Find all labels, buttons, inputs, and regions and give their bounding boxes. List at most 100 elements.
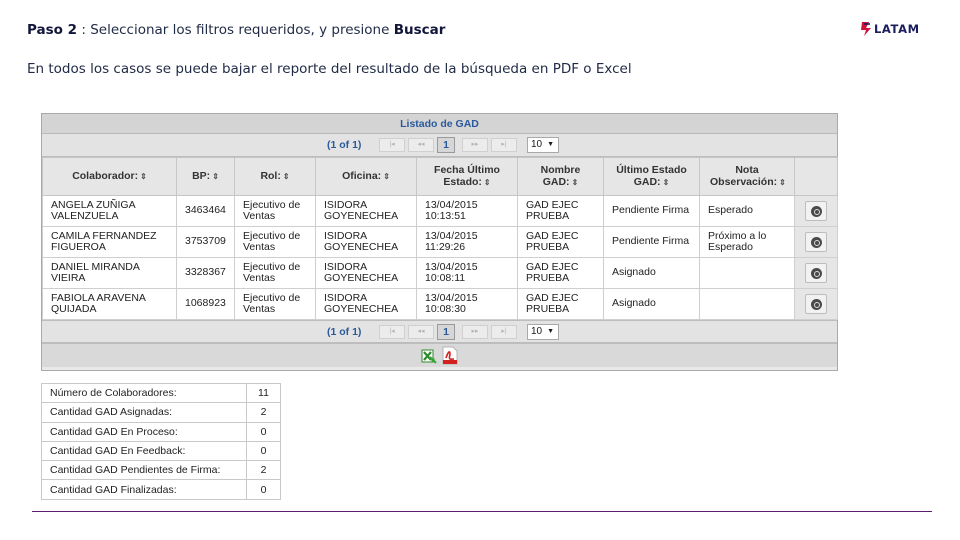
- cell-actions: [794, 257, 838, 289]
- column-header-rol[interactable]: Rol: ⇕: [234, 157, 316, 196]
- step-separator: :: [77, 22, 91, 38]
- first-page-button[interactable]: |◂: [379, 325, 405, 339]
- cell-bp: 3328367: [176, 257, 235, 289]
- step-instruction: Paso 2 : Seleccionar los filtros requeri…: [27, 22, 445, 38]
- summary-row: Cantidad GAD En Proceso: 0: [41, 421, 281, 442]
- chevron-down-icon: ▼: [547, 141, 554, 148]
- summary-value: 2: [246, 402, 281, 423]
- summary-row: Cantidad GAD En Feedback: 0: [41, 440, 281, 462]
- cell-estado: Pendiente Firma: [603, 226, 700, 258]
- summary-label: Número de Colaboradores:: [41, 382, 247, 404]
- column-header-bp[interactable]: BP: ⇕: [176, 157, 235, 196]
- summary-row: Cantidad GAD Finalizadas: 0: [41, 479, 281, 500]
- cell-nombre-gad: GAD EJEC PRUEBA: [517, 288, 604, 320]
- view-button[interactable]: [805, 232, 827, 252]
- cell-bp: 3463464: [176, 195, 235, 227]
- subtitle: En todos los casos se puede bajar el rep…: [27, 61, 632, 77]
- sort-icon[interactable]: ⇕: [212, 172, 219, 181]
- cell-estado: Asignado: [603, 257, 700, 289]
- table-header-row: Colaborador: ⇕ BP: ⇕ Rol: ⇕ Oficina: ⇕ Fecha…: [42, 157, 838, 196]
- summary-value: 0: [246, 440, 281, 462]
- cell-actions: [794, 195, 838, 227]
- column-header-nota[interactable]: Nota Observación: ⇕: [699, 157, 795, 196]
- gad-table: Colaborador: ⇕ BP: ⇕ Rol: ⇕ Oficina: ⇕ Fecha…: [42, 157, 838, 320]
- cell-nota: Próximo a lo Esperado: [699, 226, 795, 258]
- cell-fecha: 13/04/2015 11:29:26: [416, 226, 518, 258]
- current-page-button[interactable]: 1: [437, 137, 455, 153]
- table-row: CAMILA FERNANDEZ FIGUEROA 3753709 Ejecut…: [42, 226, 838, 258]
- cell-fecha: 13/04/2015 10:08:11: [416, 257, 518, 289]
- step-action: Buscar: [393, 22, 446, 38]
- excel-export-icon[interactable]: [421, 348, 437, 364]
- cell-actions: [794, 288, 838, 320]
- column-header-ultimo-estado[interactable]: Último Estado GAD: ⇕: [603, 157, 700, 196]
- sort-icon[interactable]: ⇕: [484, 178, 491, 187]
- pdf-export-icon[interactable]: [442, 346, 458, 365]
- rows-per-page-select[interactable]: 10 ▼: [527, 137, 559, 153]
- cell-colaborador: FABIOLA ARAVENA QUIJADA: [42, 288, 177, 320]
- sort-icon[interactable]: ⇕: [383, 172, 390, 181]
- summary-value: 0: [246, 421, 281, 442]
- column-header-actions: [794, 157, 838, 196]
- step-label: Paso 2: [27, 22, 78, 38]
- summary-row: Cantidad GAD Asignadas: 2: [41, 402, 281, 423]
- cell-fecha: 13/04/2015 10:08:30: [416, 288, 518, 320]
- cell-colaborador: CAMILA FERNANDEZ FIGUEROA: [42, 226, 177, 258]
- sort-icon[interactable]: ⇕: [779, 178, 786, 187]
- sort-icon[interactable]: ⇕: [140, 172, 147, 181]
- grid-title: Listado de GAD: [42, 114, 837, 134]
- current-page-button[interactable]: 1: [437, 324, 455, 340]
- cell-nota: Esperado: [699, 195, 795, 227]
- page-info: (1 of 1): [327, 139, 362, 151]
- latam-logo-text: LATAM: [874, 22, 920, 36]
- view-button[interactable]: [805, 263, 827, 283]
- cell-oficina: ISIDORA GOYENECHEA: [315, 257, 417, 289]
- summary-label: Cantidad GAD Finalizadas:: [41, 479, 247, 500]
- column-header-fecha[interactable]: Fecha Último Estado: ⇕: [416, 157, 518, 196]
- first-page-button[interactable]: |◂: [379, 138, 405, 152]
- gad-list-grid: Listado de GAD (1 of 1) |◂ ◂◂ 1 ▸▸ ▸| 10…: [41, 113, 838, 371]
- prev-page-button[interactable]: ◂◂: [408, 138, 434, 152]
- next-page-button[interactable]: ▸▸: [462, 138, 488, 152]
- cell-oficina: ISIDORA GOYENECHEA: [315, 226, 417, 258]
- top-pager: (1 of 1) |◂ ◂◂ 1 ▸▸ ▸| 10 ▼: [42, 134, 837, 157]
- summary-label: Cantidad GAD Asignadas:: [41, 402, 247, 423]
- sort-icon[interactable]: ⇕: [572, 178, 579, 187]
- chevron-down-icon: ▼: [547, 328, 554, 335]
- next-page-button[interactable]: ▸▸: [462, 325, 488, 339]
- cell-rol: Ejecutivo de Ventas: [234, 257, 316, 289]
- rows-per-page-select[interactable]: 10 ▼: [527, 324, 559, 340]
- cell-oficina: ISIDORA GOYENECHEA: [315, 288, 417, 320]
- cell-colaborador: DANIEL MIRANDA VIEIRA: [42, 257, 177, 289]
- latam-logo: LATAM: [861, 22, 920, 36]
- view-button[interactable]: [805, 201, 827, 221]
- cell-nombre-gad: GAD EJEC PRUEBA: [517, 226, 604, 258]
- view-button[interactable]: [805, 294, 827, 314]
- summary-label: Cantidad GAD Pendientes de Firma:: [41, 460, 247, 481]
- view-icon: [811, 299, 822, 310]
- view-icon: [811, 237, 822, 248]
- sort-icon[interactable]: ⇕: [283, 172, 290, 181]
- sort-icon[interactable]: ⇕: [663, 178, 670, 187]
- prev-page-button[interactable]: ◂◂: [408, 325, 434, 339]
- summary-label: Cantidad GAD En Proceso:: [41, 421, 247, 442]
- column-header-oficina[interactable]: Oficina: ⇕: [315, 157, 417, 196]
- summary-row: Cantidad GAD Pendientes de Firma: 2: [41, 460, 281, 481]
- summary-table: Número de Colaboradores: 11 Cantidad GAD …: [41, 382, 281, 500]
- cell-actions: [794, 226, 838, 258]
- cell-nombre-gad: GAD EJEC PRUEBA: [517, 195, 604, 227]
- cell-bp: 1068923: [176, 288, 235, 320]
- cell-nota: [699, 288, 795, 320]
- last-page-button[interactable]: ▸|: [491, 138, 517, 152]
- view-icon: [811, 206, 822, 217]
- footer-divider: [32, 511, 932, 512]
- step-text: Seleccionar los filtros requeridos, y pr…: [90, 22, 394, 38]
- column-header-nombre-gad[interactable]: Nombre GAD: ⇕: [517, 157, 604, 196]
- column-header-colaborador[interactable]: Colaborador: ⇕: [42, 157, 177, 196]
- bottom-pager: (1 of 1) |◂ ◂◂ 1 ▸▸ ▸| 10 ▼: [42, 320, 837, 343]
- table-row: FABIOLA ARAVENA QUIJADA 1068923 Ejecutiv…: [42, 288, 838, 320]
- rows-per-page-value: 10: [531, 139, 543, 150]
- table-row: DANIEL MIRANDA VIEIRA 3328367 Ejecutivo …: [42, 257, 838, 289]
- last-page-button[interactable]: ▸|: [491, 325, 517, 339]
- summary-row: Número de Colaboradores: 11: [41, 382, 281, 404]
